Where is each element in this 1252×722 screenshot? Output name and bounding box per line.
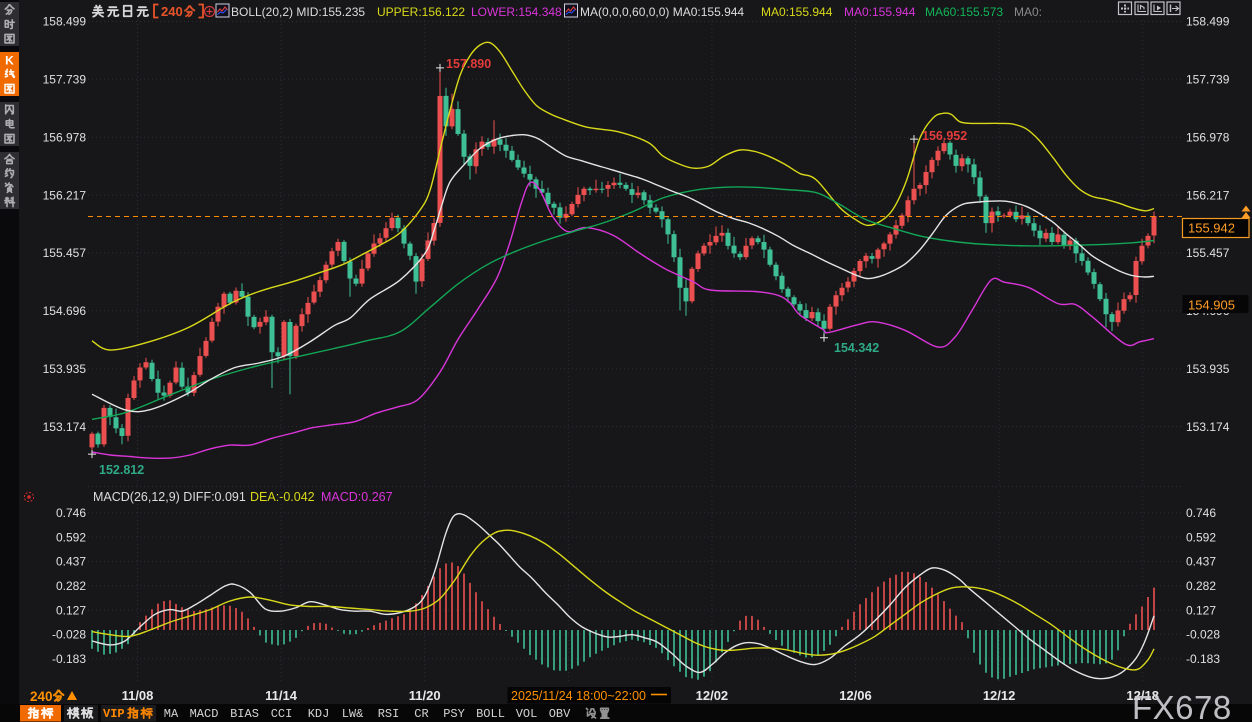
svg-text:11/08: 11/08 xyxy=(122,688,154,703)
svg-text:155.942: 155.942 xyxy=(1188,221,1235,236)
svg-text:VIP: VIP xyxy=(103,707,125,721)
svg-text:RSI: RSI xyxy=(378,707,400,721)
svg-text:0.282: 0.282 xyxy=(56,579,86,593)
svg-text:KDJ: KDJ xyxy=(308,707,330,721)
svg-text:BIAS: BIAS xyxy=(230,707,259,721)
svg-text:154.905: 154.905 xyxy=(1188,298,1235,313)
svg-text:155.457: 155.457 xyxy=(43,246,87,260)
svg-text:2025/11/24 18:00~22:00: 2025/11/24 18:00~22:00 xyxy=(511,689,646,703)
svg-text:DEA:-0.042: DEA:-0.042 xyxy=(250,490,315,504)
svg-text:-0.183: -0.183 xyxy=(52,652,86,666)
svg-text:156.217: 156.217 xyxy=(43,188,87,202)
svg-text:MA0:: MA0: xyxy=(1014,5,1042,19)
svg-text:MACD: MACD xyxy=(190,707,219,721)
svg-text:FX678: FX678 xyxy=(1132,689,1232,722)
svg-text:0.746: 0.746 xyxy=(1186,506,1216,520)
svg-text:0.282: 0.282 xyxy=(1186,579,1216,593)
svg-text:153.174: 153.174 xyxy=(1186,420,1230,434)
svg-text:12/06: 12/06 xyxy=(839,688,872,703)
svg-text:0.437: 0.437 xyxy=(56,555,86,569)
svg-text:156.217: 156.217 xyxy=(1186,188,1230,202)
svg-text:152.812: 152.812 xyxy=(99,463,144,477)
svg-text:PSY: PSY xyxy=(443,707,465,721)
svg-text:BOLL: BOLL xyxy=(476,707,505,721)
svg-text:MACD:0.267: MACD:0.267 xyxy=(321,490,393,504)
svg-text:K: K xyxy=(5,53,14,67)
svg-text:12/12: 12/12 xyxy=(983,688,1016,703)
svg-text:CR: CR xyxy=(414,707,428,721)
svg-text:0.127: 0.127 xyxy=(56,603,86,617)
svg-text:157.890: 157.890 xyxy=(446,57,491,71)
svg-text:-0.028: -0.028 xyxy=(1186,628,1220,642)
svg-text:11/20: 11/20 xyxy=(409,688,441,703)
svg-text:240: 240 xyxy=(161,4,183,19)
svg-text:VOL: VOL xyxy=(516,707,538,721)
svg-text:CCI: CCI xyxy=(271,707,293,721)
svg-text:156.978: 156.978 xyxy=(43,130,87,144)
svg-text:MA: MA xyxy=(164,707,179,721)
svg-text:OBV: OBV xyxy=(549,707,571,721)
svg-text:0.746: 0.746 xyxy=(56,506,86,520)
svg-text:156.952: 156.952 xyxy=(922,129,967,143)
svg-text:-0.028: -0.028 xyxy=(52,628,86,642)
svg-text:MA0:155.944: MA0:155.944 xyxy=(761,5,833,19)
svg-text:158.499: 158.499 xyxy=(1186,15,1230,29)
svg-text:MA(0,0,0,60,0,0) MA0:155.944: MA(0,0,0,60,0,0) MA0:155.944 xyxy=(580,5,744,19)
svg-text:0.592: 0.592 xyxy=(56,530,86,544)
svg-text:157.739: 157.739 xyxy=(1186,73,1230,87)
svg-text:155.457: 155.457 xyxy=(1186,246,1230,260)
svg-text:-0.183: -0.183 xyxy=(1186,652,1220,666)
svg-text:240: 240 xyxy=(30,689,53,704)
svg-text:LOWER:154.348: LOWER:154.348 xyxy=(471,5,562,19)
svg-text:154.696: 154.696 xyxy=(43,304,87,318)
svg-text:11/14: 11/14 xyxy=(265,688,298,703)
svg-text:BOLL(20,2) MID:155.235: BOLL(20,2) MID:155.235 xyxy=(231,5,365,19)
svg-text:153.935: 153.935 xyxy=(1186,362,1230,376)
svg-text:12/02: 12/02 xyxy=(696,688,729,703)
svg-text:MA60:155.573: MA60:155.573 xyxy=(925,5,1003,19)
svg-text:154.342: 154.342 xyxy=(834,341,879,355)
svg-text:153.935: 153.935 xyxy=(43,362,87,376)
svg-text:156.978: 156.978 xyxy=(1186,130,1230,144)
svg-text:MACD(26,12,9) DIFF:0.091: MACD(26,12,9) DIFF:0.091 xyxy=(93,490,246,504)
svg-text:158.499: 158.499 xyxy=(43,15,87,29)
svg-text:LW&: LW& xyxy=(342,707,364,721)
svg-text:0.437: 0.437 xyxy=(1186,555,1216,569)
svg-text:0.592: 0.592 xyxy=(1186,530,1216,544)
svg-text:157.739: 157.739 xyxy=(43,73,87,87)
svg-text:UPPER:156.122: UPPER:156.122 xyxy=(377,5,465,19)
svg-text:MA0:155.944: MA0:155.944 xyxy=(844,5,916,19)
svg-text:0.127: 0.127 xyxy=(1186,603,1216,617)
svg-text:153.174: 153.174 xyxy=(43,420,87,434)
